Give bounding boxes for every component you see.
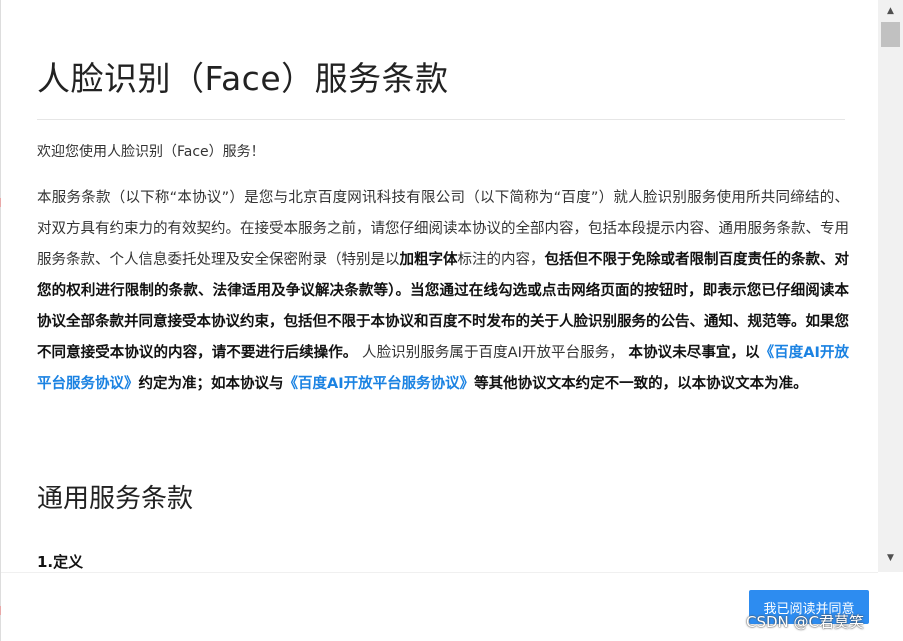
intro-text: 人脸识别服务属于百度AI开放平台服务， (362, 345, 624, 361)
scroll-down-icon[interactable]: ▼ (878, 549, 903, 567)
ai-platform-agreement-link[interactable]: 《百度AI开放平台服务协议》 (284, 376, 475, 392)
bold-clause: 约定为准；如本协议与 (138, 376, 284, 392)
terms-modal: 人脸识别（Face）服务条款 欢迎您使用人脸识别（Face）服务！ 本服务条款（… (1, 0, 878, 641)
bold-clause: 本协议未尽事宜，以 (628, 345, 760, 361)
agree-button[interactable]: 我已阅读并同意 (749, 590, 869, 624)
bold-keyword: 加粗字体 (399, 252, 458, 268)
subsection-title: 1.定义 (37, 553, 84, 571)
welcome-text: 欢迎您使用人脸识别（Face）服务！ (37, 144, 265, 160)
scroll-thumb[interactable] (881, 22, 900, 47)
terms-content: 人脸识别（Face）服务条款 欢迎您使用人脸识别（Face）服务！ 本服务条款（… (1, 0, 878, 572)
scroll-up-icon[interactable]: ▲ (878, 2, 903, 20)
section-title: 通用服务条款 (37, 484, 194, 514)
vertical-scrollbar[interactable]: ▲ ▼ (878, 0, 903, 572)
modal-title: 人脸识别（Face）服务条款 (37, 59, 449, 98)
intro-text: 标注的内容， (457, 252, 545, 268)
footer-divider (1, 572, 878, 573)
intro-paragraph: 本服务条款（以下称“本协议”）是您与北京百度网讯科技有限公司（以下简称为“百度”… (37, 183, 849, 400)
bold-clause: 等其他协议文本约定不一致的，以本协议文本为准。 (474, 376, 808, 392)
title-divider (37, 119, 845, 120)
